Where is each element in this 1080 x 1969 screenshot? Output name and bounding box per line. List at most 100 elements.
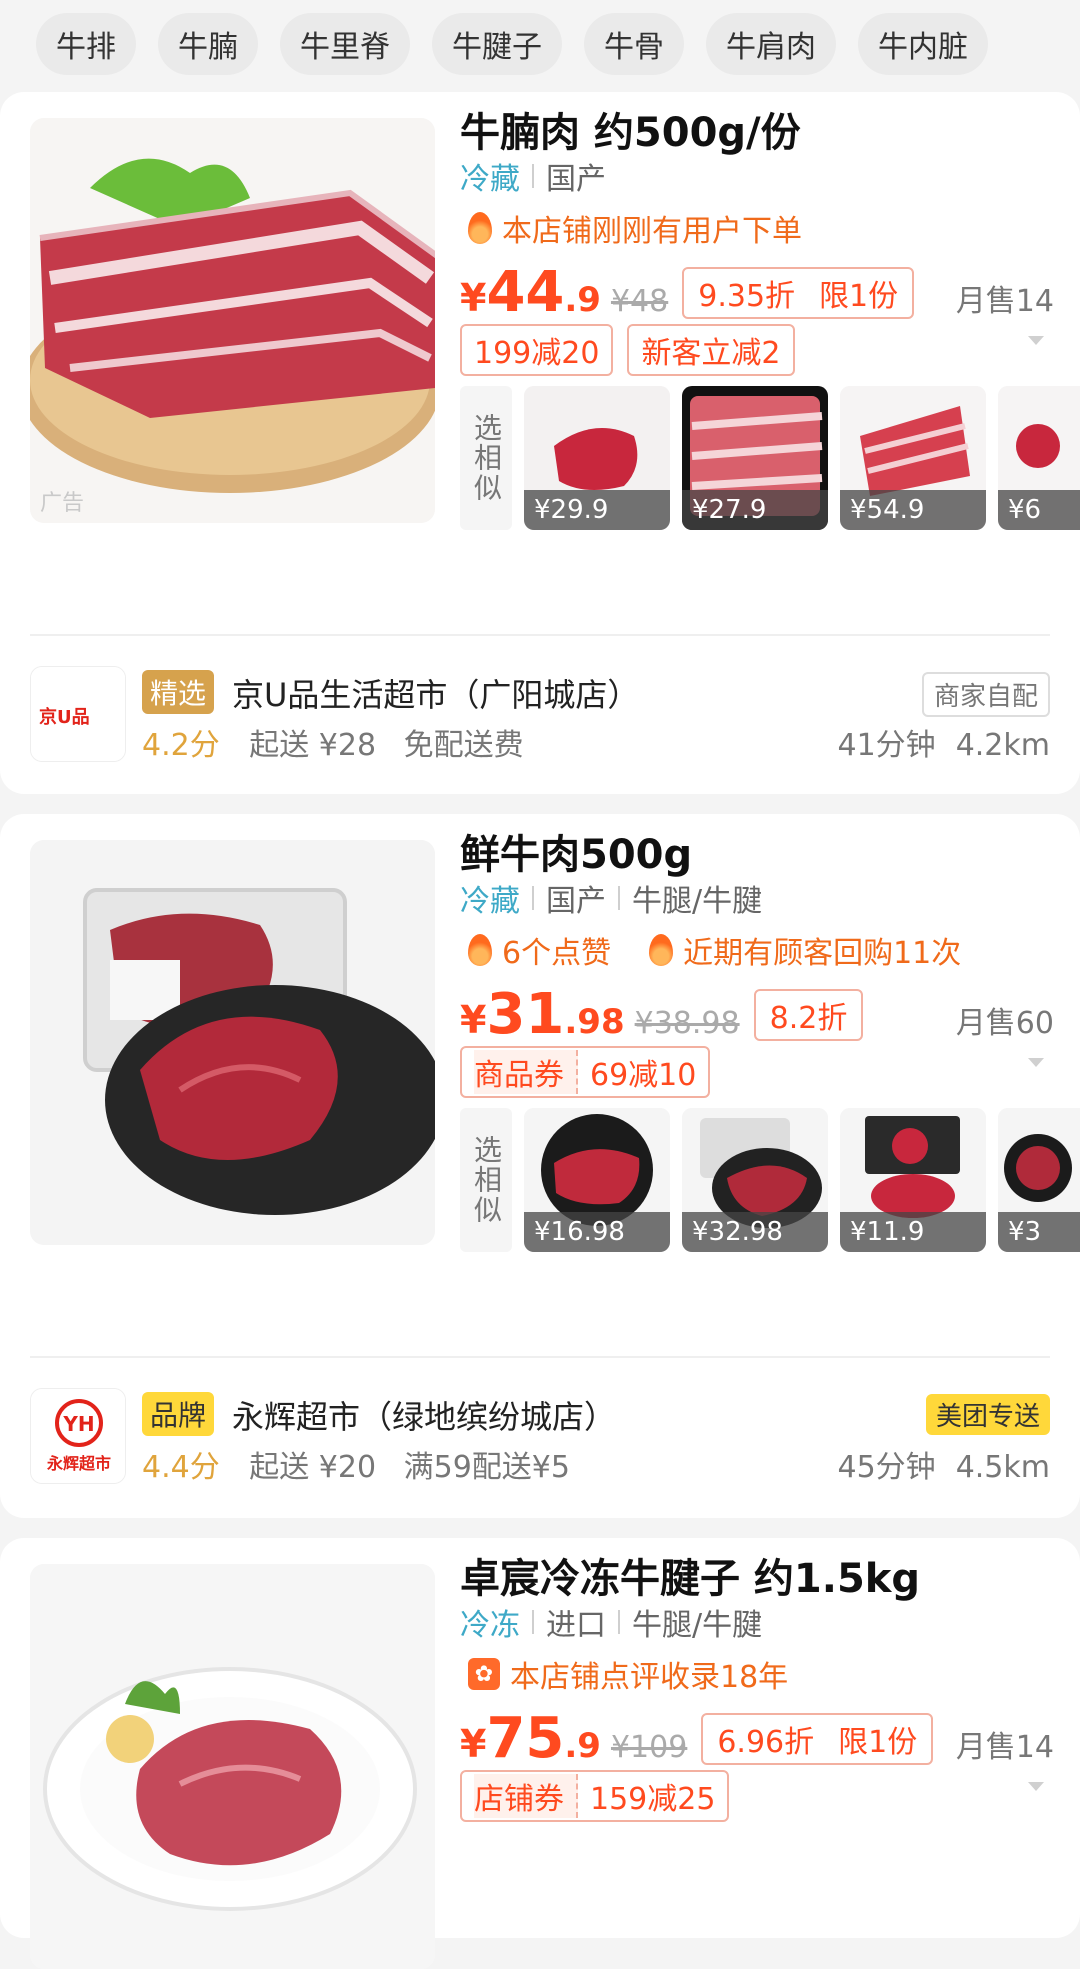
product-card[interactable]: 广告 牛腩肉 约500g/份 冷藏 国产 本店铺刚刚有用户下单 ¥ 44 .9 … (0, 92, 1080, 794)
cut-tag: 牛腿/牛腱 (632, 884, 763, 919)
price-row: ¥ 31 .98 ¥38.98 8.2折 (460, 982, 864, 1047)
similar-item[interactable]: ¥27.9 (682, 386, 828, 530)
similar-item[interactable]: ¥11.9 (840, 1108, 986, 1252)
price-integer: 31 (486, 982, 565, 1047)
original-price: ¥48 (610, 284, 669, 319)
coupon-type: 店铺券 (474, 1774, 578, 1818)
similar-price: ¥11.9 (840, 1212, 986, 1252)
tag-separator (618, 886, 620, 910)
monthly-sales: 月售60 (955, 1006, 1054, 1041)
delivery-type-badge: 商家自配 (921, 672, 1050, 717)
product-tags: 冷冻 进口 牛腿/牛腱 (460, 1600, 762, 1644)
choose-similar-label[interactable]: 选相似 (460, 1108, 512, 1252)
delivery-type-badge: 美团专送 (925, 1394, 1050, 1435)
delivery-time: 41分钟 (837, 728, 936, 763)
product-tags: 冷藏 国产 牛腿/牛腱 (460, 876, 762, 920)
monthly-sales: 月售14 (955, 1730, 1054, 1765)
product-image[interactable] (30, 1564, 435, 1969)
similar-price: ¥3 (998, 1212, 1080, 1252)
min-order: 起送 ¥20 (249, 1450, 377, 1485)
flame-icon (468, 212, 492, 244)
tag-separator (532, 1610, 534, 1634)
delivery-time: 45分钟 (837, 1450, 936, 1485)
tab-offal[interactable]: 牛内脏 (858, 13, 988, 75)
chevron-down-icon[interactable] (1028, 336, 1044, 345)
product-card[interactable]: 卓宸冷冻牛腱子 约1.5kg 冷冻 进口 牛腿/牛腱 ✿ 本店铺点评收录18年 ¥… (0, 1538, 1080, 1969)
coupon[interactable]: 店铺券 159减25 (460, 1770, 730, 1822)
product-title[interactable]: 卓宸冷冻牛腱子 约1.5kg (460, 1546, 920, 1604)
store-name[interactable]: 永辉超市（绿地缤纷城店） (232, 1392, 616, 1438)
coupon-row: 199减20 新客立减2 (460, 324, 795, 376)
choose-similar-label[interactable]: 选相似 (460, 386, 512, 530)
similar-item[interactable]: ¥3 (998, 1108, 1080, 1252)
price-integer: 44 (486, 260, 565, 325)
tab-steak[interactable]: 牛排 (36, 13, 136, 75)
similar-item[interactable]: ¥29.9 (524, 386, 670, 530)
coupon-row: 店铺券 159减25 (460, 1770, 730, 1822)
category-tabs: 牛排 牛腩 牛里脊 牛腱子 牛骨 牛肩肉 牛内脏 (0, 0, 1080, 88)
price-decimal: .9 (564, 280, 601, 320)
tab-shoulder[interactable]: 牛肩肉 (706, 13, 836, 75)
delivery-fee: 免配送费 (403, 728, 524, 763)
divider (30, 1356, 1050, 1358)
coupon-value: 69减10 (590, 1058, 697, 1093)
coupon-value: 159减25 (590, 1782, 716, 1817)
similar-products: 选相似 ¥29.9 ¥27.9 ¥54.9 ¥6 (460, 386, 1080, 534)
distance: 4.5km (955, 1450, 1050, 1485)
hot-text: 近期有顾客回购11次 (683, 936, 962, 971)
min-order: 起送 ¥28 (249, 728, 377, 763)
store-score: 4.2分 (142, 728, 220, 763)
product-card[interactable]: 鲜牛肉500g 冷藏 国产 牛腿/牛腱 6个点赞 近期有顾客回购11次 ¥ 31… (0, 814, 1080, 1518)
chevron-down-icon[interactable] (1028, 1782, 1044, 1791)
similar-item[interactable]: ¥32.98 (682, 1108, 828, 1252)
store-logo: 京U品 (30, 666, 126, 762)
flame-icon (649, 934, 674, 966)
distance: 4.2km (955, 728, 1050, 763)
svg-text:永辉超市: 永辉超市 (46, 1454, 111, 1473)
similar-item[interactable]: ¥16.98 (524, 1108, 670, 1252)
discount-badge: 8.2折 (753, 988, 864, 1041)
divider (30, 634, 1050, 636)
coupon[interactable]: 新客立减2 (627, 324, 795, 376)
store-badge: 精选 (142, 670, 215, 714)
price-decimal: .9 (564, 1726, 601, 1766)
delivery-fee: 满59配送¥5 (403, 1450, 570, 1485)
similar-item[interactable]: ¥54.9 (840, 386, 986, 530)
discount-badge: 6.96折 限1份 (701, 1712, 934, 1765)
ad-label: 广告 (40, 491, 85, 516)
coupon[interactable]: 199减20 (460, 324, 614, 376)
origin-tag: 国产 (546, 162, 606, 197)
store-name[interactable]: 京U品生活超市（广阳城店） (232, 670, 639, 716)
price-row: ¥ 44 .9 ¥48 9.35折 限1份 (460, 260, 915, 325)
hot-info: 6个点赞 近期有顾客回购11次 (468, 928, 961, 972)
beef-brisket-image (30, 118, 435, 523)
chevron-down-icon[interactable] (1028, 1058, 1044, 1067)
monthly-sales: 月售14 (955, 284, 1054, 319)
similar-price: ¥27.9 (682, 490, 828, 530)
similar-price: ¥6 (998, 490, 1080, 530)
tab-brisket[interactable]: 牛腩 (158, 13, 258, 75)
tab-bone[interactable]: 牛骨 (584, 13, 684, 75)
price-decimal: .98 (564, 1002, 625, 1042)
svg-text:京U品: 京U品 (39, 706, 90, 728)
similar-item[interactable]: ¥6 (998, 386, 1080, 530)
yonghui-logo: YH 永辉超市 (31, 1389, 125, 1483)
store-row[interactable]: 京U品 精选 京U品生活超市（广阳城店） 4.2分 起送 ¥28 免配送费 商家… (30, 666, 1050, 766)
similar-price: ¥29.9 (524, 490, 670, 530)
product-title[interactable]: 鲜牛肉500g (460, 822, 692, 880)
store-row[interactable]: YH 永辉超市 品牌 永辉超市（绿地缤纷城店） 4.4分 起送 ¥20 满59配… (30, 1388, 1050, 1488)
product-title[interactable]: 牛腩肉 约500g/份 (460, 100, 801, 158)
store-info: 4.2分 起送 ¥28 免配送费 (142, 720, 524, 764)
coupon[interactable]: 商品券 69减10 (460, 1046, 711, 1098)
product-image[interactable] (30, 840, 435, 1245)
hot-text: 本店铺刚刚有用户下单 (502, 214, 802, 249)
delivery-eta: 41分钟 4.2km (838, 720, 1051, 764)
store-score: 4.4分 (142, 1450, 220, 1485)
hot-info: ✿ 本店铺点评收录18年 (468, 1652, 788, 1696)
product-image[interactable]: 广告 (30, 118, 435, 523)
tab-shank[interactable]: 牛腱子 (432, 13, 562, 75)
flame-icon (468, 934, 492, 966)
similar-price: ¥16.98 (524, 1212, 670, 1252)
tab-tenderloin[interactable]: 牛里脊 (280, 13, 410, 75)
similar-products: 选相似 ¥16.98 ¥32.98 ¥11.9 ¥3 (460, 1108, 1080, 1256)
